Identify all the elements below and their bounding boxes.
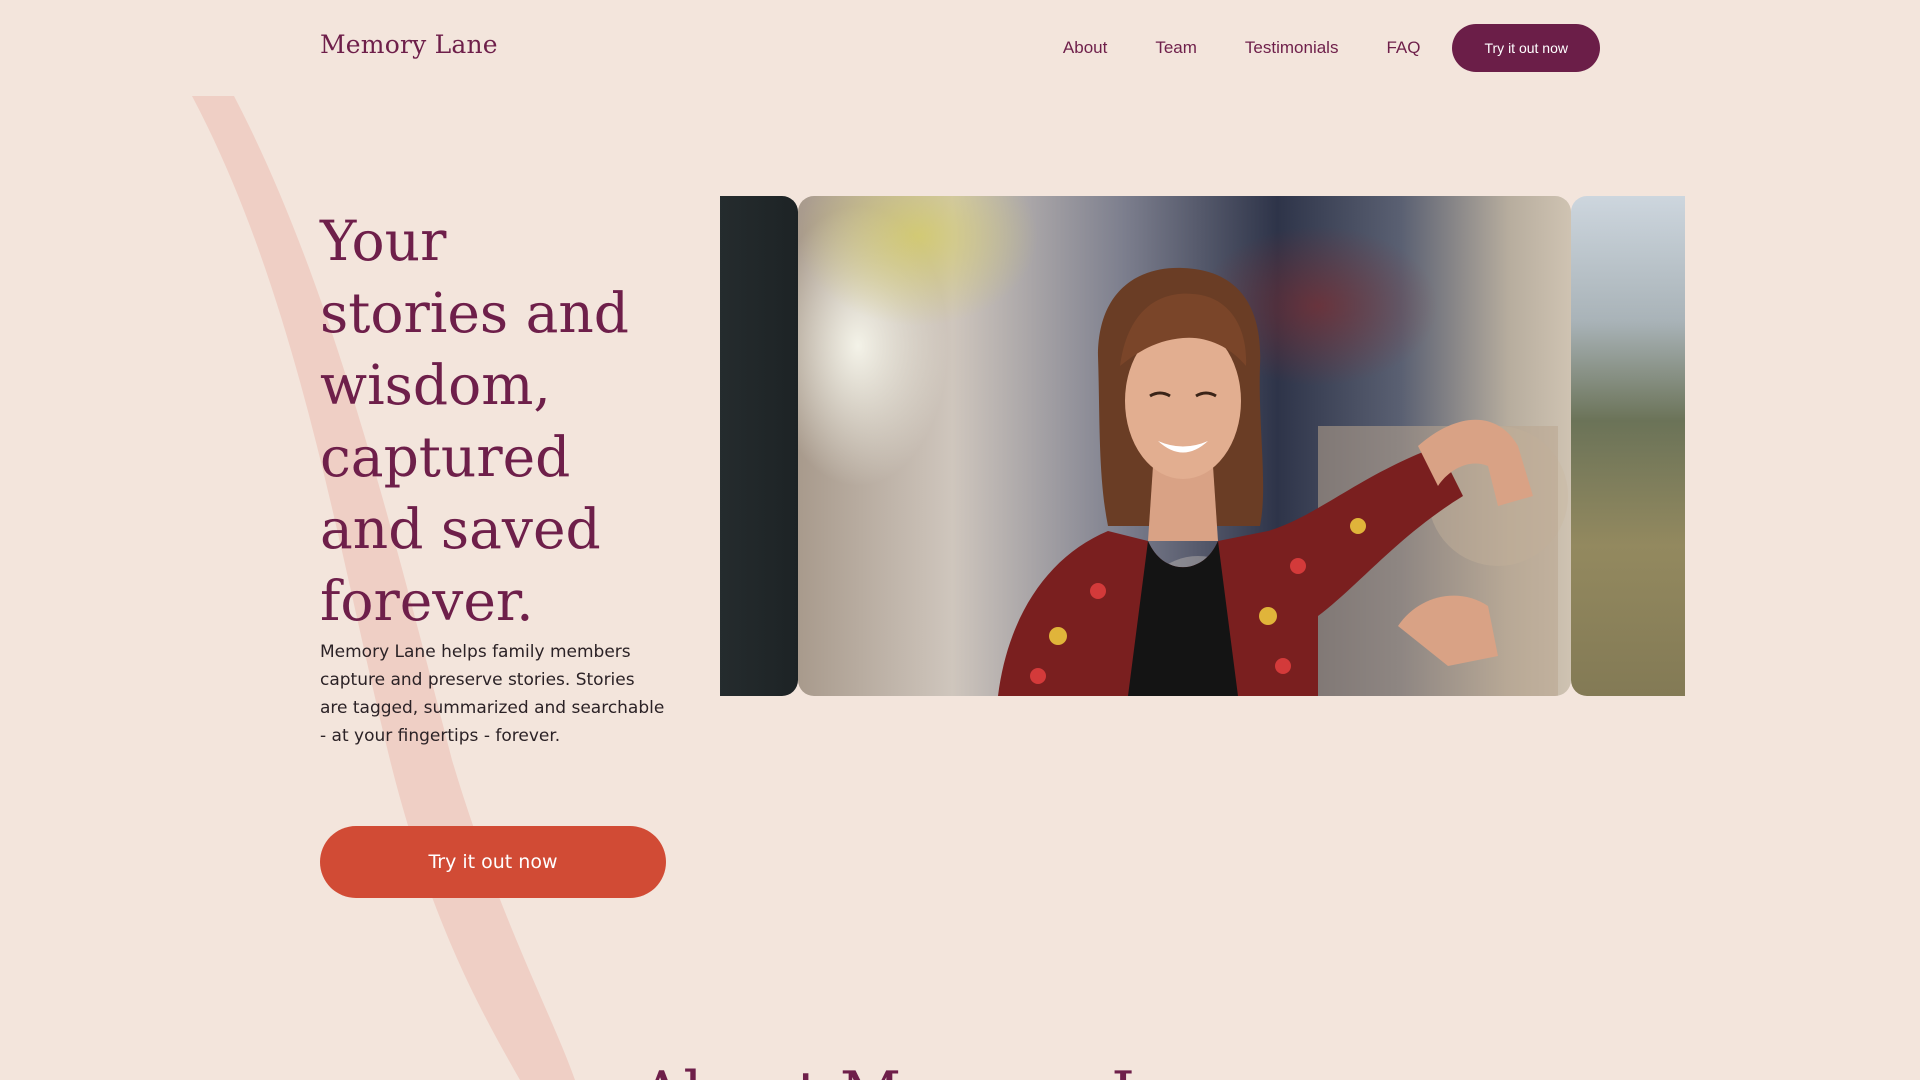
header-try-button[interactable]: Try it out now [1452, 24, 1600, 72]
smiling-woman-photo [998, 267, 1568, 696]
nav-link-testimonials[interactable]: Testimonials [1245, 38, 1339, 58]
photo-carousel[interactable] [720, 196, 1685, 696]
hero-description: Memory Lane helps family members capture… [320, 642, 665, 746]
nav-link-faq[interactable]: FAQ [1386, 38, 1420, 58]
carousel-slide-next[interactable] [1571, 196, 1685, 696]
nav-link-team[interactable]: Team [1155, 38, 1197, 58]
hero-title: Your stories and wisdom, captured and sa… [320, 209, 629, 633]
main-nav: About Team Testimonials FAQ Try it out n… [1063, 24, 1600, 72]
carousel-slide-current[interactable] [798, 196, 1571, 696]
hero-try-button[interactable]: Try it out now [320, 826, 666, 898]
nav-link-about[interactable]: About [1063, 38, 1107, 58]
section-heading: About Memory Lane [640, 1058, 1261, 1080]
carousel-slide-previous[interactable] [720, 196, 798, 696]
site-header: Memory Lane About Team Testimonials FAQ … [320, 0, 1600, 96]
logo[interactable]: Memory Lane [320, 30, 498, 59]
